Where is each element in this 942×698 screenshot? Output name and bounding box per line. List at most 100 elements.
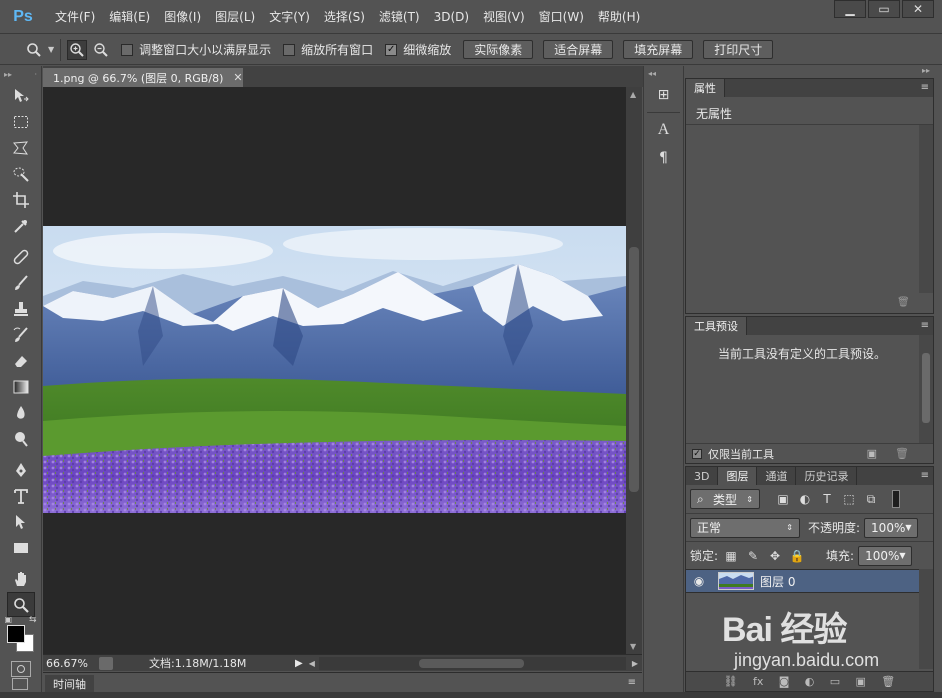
trash-icon[interactable]: 🗑 — [895, 447, 909, 460]
eyedropper-tool[interactable] — [7, 213, 35, 238]
horizontal-scroll-thumb[interactable] — [418, 658, 524, 668]
horizontal-scrollbar[interactable] — [318, 656, 626, 670]
panel-menu-icon[interactable]: ≡ — [921, 320, 929, 331]
clone-stamp-tool[interactable] — [7, 296, 35, 321]
lasso-tool[interactable] — [7, 135, 35, 160]
path-selection-tool[interactable] — [7, 509, 35, 534]
eraser-tool[interactable] — [7, 348, 35, 373]
menu-select[interactable]: 选择(S) — [317, 0, 372, 34]
opacity-input[interactable]: 100% ▼ — [864, 517, 919, 538]
menu-window[interactable]: 窗口(W) — [532, 0, 591, 34]
checkbox-box[interactable] — [283, 43, 296, 56]
paragraph-panel-button[interactable]: ¶ — [649, 145, 679, 171]
minimize-button[interactable]: ▁ — [834, 0, 866, 18]
tab-properties[interactable]: 属性 — [686, 79, 725, 97]
presets-scroll-thumb[interactable] — [922, 353, 930, 423]
status-menu-icon[interactable]: ▶ — [295, 658, 303, 669]
zoom-level[interactable]: 66.67% — [43, 657, 93, 670]
tab-tool-presets[interactable]: 工具预设 — [686, 317, 747, 335]
menu-help[interactable]: 帮助(H) — [591, 0, 647, 34]
shape-filter-icon[interactable]: ⬚ — [840, 490, 858, 508]
crop-tool[interactable] — [7, 187, 35, 212]
menu-edit[interactable]: 编辑(E) — [102, 0, 157, 34]
trash-icon[interactable]: 🗑 — [881, 675, 895, 688]
scrubby-zoom-checkbox[interactable]: ✓ 细微缩放 — [385, 41, 451, 58]
move-tool[interactable] — [7, 83, 35, 108]
menu-view[interactable]: 视图(V) — [476, 0, 532, 34]
actual-pixels-button[interactable]: 实际像素 — [463, 40, 534, 59]
smart-object-filter-icon[interactable]: ⧉ — [862, 490, 880, 508]
filter-toggle[interactable] — [892, 490, 900, 508]
menu-type[interactable]: 文字(Y) — [262, 0, 317, 34]
marquee-tool[interactable] — [7, 109, 35, 134]
lock-transparent-icon[interactable]: ▦ — [722, 547, 740, 565]
properties-scrollbar[interactable] — [919, 125, 933, 293]
swap-colors-icon[interactable]: ⇆ — [29, 615, 37, 625]
checkbox-box-checked[interactable]: ✓ — [385, 43, 398, 56]
zoom-in-button[interactable] — [67, 39, 88, 60]
fx-icon[interactable]: fx — [753, 675, 763, 688]
tab-history[interactable]: 历史记录 — [796, 467, 858, 485]
panel-menu-icon[interactable]: ≡ — [628, 677, 636, 688]
gradient-tool[interactable] — [7, 374, 35, 399]
menu-image[interactable]: 图像(I) — [157, 0, 208, 34]
close-button[interactable]: ✕ — [902, 0, 934, 18]
quick-mask-button[interactable] — [10, 661, 31, 677]
menu-3d[interactable]: 3D(D) — [427, 0, 476, 34]
canvas-area[interactable] — [43, 87, 626, 654]
menu-file[interactable]: 文件(F) — [48, 0, 102, 34]
scroll-down-icon[interactable]: ▼ — [630, 642, 636, 651]
adjustment-filter-icon[interactable]: ◐ — [796, 490, 814, 508]
history-brush-tool[interactable] — [7, 322, 35, 347]
document-tab[interactable]: 1.png @ 66.7% (图层 0, RGB/8) ✕ — [43, 68, 243, 87]
toolbox-grip[interactable]: ▸▸ · — [0, 66, 41, 82]
type-filter-icon[interactable]: T — [818, 490, 836, 508]
fill-input[interactable]: 100% ▼ — [858, 545, 913, 566]
new-group-icon[interactable]: ▭ — [830, 675, 840, 688]
add-mask-icon[interactable]: ◙ — [779, 675, 790, 688]
foreground-color[interactable] — [6, 625, 25, 643]
scroll-up-icon[interactable]: ▲ — [630, 90, 636, 99]
layer-filter-select[interactable]: ⌕ 类型 ⇕ — [690, 489, 760, 509]
shape-tool[interactable] — [7, 535, 35, 560]
pen-tool[interactable] — [7, 457, 35, 482]
menu-layer[interactable]: 图层(L) — [208, 0, 262, 34]
healing-brush-tool[interactable] — [7, 244, 35, 269]
layers-scrollbar[interactable] — [919, 569, 933, 669]
fit-screen-button[interactable]: 适合屏幕 — [543, 40, 614, 59]
quick-select-tool[interactable] — [7, 161, 35, 186]
timeline-tab[interactable]: 时间轴 — [45, 675, 94, 693]
type-tool[interactable] — [7, 483, 35, 508]
lock-all-icon[interactable]: 🔒 — [788, 547, 806, 565]
scroll-right-icon[interactable]: ▶ — [632, 659, 638, 668]
scroll-left-icon[interactable]: ◀ — [309, 659, 315, 668]
zoom-all-windows-checkbox[interactable]: 缩放所有窗口 — [283, 41, 373, 58]
blend-mode-select[interactable]: 正常 ⇕ — [690, 517, 800, 538]
panel-menu-icon[interactable]: ≡ — [921, 470, 929, 481]
fill-screen-button[interactable]: 填充屏幕 — [623, 40, 694, 59]
presets-scrollbar[interactable] — [919, 335, 933, 443]
blur-tool[interactable] — [7, 400, 35, 425]
lock-position-icon[interactable]: ✥ — [766, 547, 784, 565]
current-tool-only-checkbox[interactable]: ✓ — [692, 448, 702, 459]
resize-windows-checkbox[interactable]: 调整窗口大小以满屏显示 — [121, 41, 271, 58]
link-layers-icon[interactable]: ⛓ — [724, 675, 738, 688]
tool-presets-dock-button[interactable]: ⊞ — [649, 82, 679, 108]
dock-grip[interactable]: ◂◂ — [644, 66, 683, 80]
maximize-button[interactable]: ▭ — [868, 0, 900, 18]
tab-layers[interactable]: 图层 — [718, 467, 758, 485]
character-panel-button[interactable]: A — [649, 117, 679, 143]
close-tab-icon[interactable]: ✕ — [233, 71, 242, 84]
tool-preset-picker[interactable] — [24, 40, 44, 60]
menu-filter[interactable]: 滤镜(T) — [372, 0, 427, 34]
share-icon[interactable] — [99, 656, 113, 670]
chevron-down-icon[interactable]: ▼ — [48, 45, 54, 54]
default-colors-icon[interactable]: ▣ — [5, 615, 13, 624]
panel-menu-icon[interactable]: ≡ — [921, 82, 929, 93]
new-layer-icon[interactable]: ▣ — [856, 675, 866, 688]
tab-channels[interactable]: 通道 — [757, 467, 797, 485]
vertical-scroll-thumb[interactable] — [629, 247, 639, 492]
adjustment-layer-icon[interactable]: ◐ — [805, 675, 815, 688]
tab-3d[interactable]: 3D — [686, 467, 719, 485]
trash-icon[interactable]: 🗑 — [897, 297, 910, 309]
